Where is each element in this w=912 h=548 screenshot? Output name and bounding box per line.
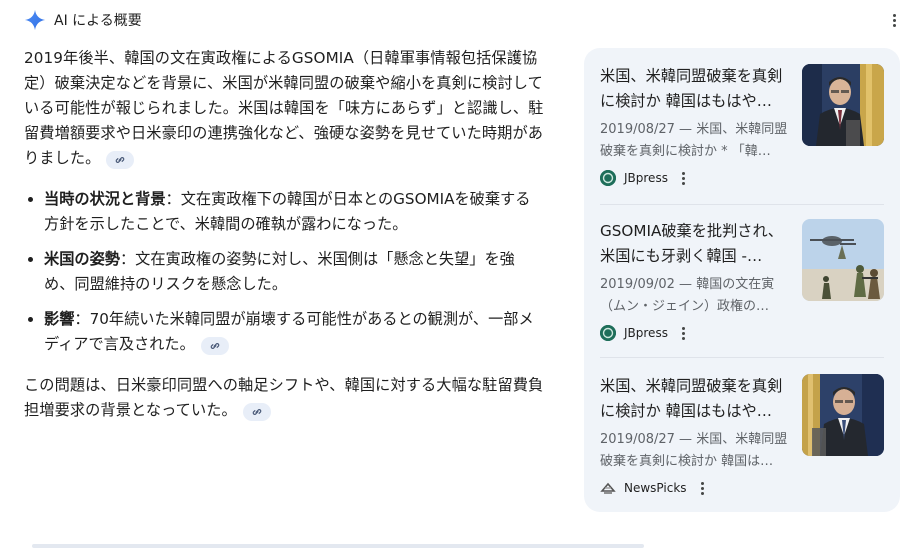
source-snippet: 2019/09/02 — 韓国の文在寅（ムン・ジェイン）政権の… [600,277,775,314]
source-attribution: NewsPicks [600,479,707,497]
source-title[interactable]: 米国、米韓同盟破棄を真剣に検討か 韓国はもはや… [600,64,792,114]
source-name: JBpress [624,171,668,185]
source-snippet: 2019/08/27 — 米国、米韓同盟破棄を真剣に検討か * 「韓… [600,122,788,159]
jbpress-favicon-icon [600,325,616,341]
source-attribution: JBpress [600,169,688,187]
link-icon[interactable] [242,403,271,421]
source-title[interactable]: GSOMIA破棄を批判され、米国にも牙剥く韓国 -… [600,219,792,269]
more-options-icon[interactable] [890,10,898,30]
source-more-icon[interactable] [680,325,688,341]
source-title[interactable]: 米国、米韓同盟破棄を真剣に検討か 韓国はもはや… [600,374,792,424]
overview-body: 2019年後半、韓国の文在寅政権によるGSOMIA（日韓軍事情報包括保護協定）破… [24,46,544,423]
bullet-label: 当時の状況と背景 [44,190,166,208]
ai-overview-header: AI による概要 [24,8,142,32]
bullet-label: 米国の姿勢 [44,250,120,268]
intro-text: 2019年後半、韓国の文在寅政権によるGSOMIA（日韓軍事情報包括保護協定）破… [24,49,544,167]
list-item: 当時の状況と背景：文在寅政権下の韓国が日本とのGSOMIAを破棄する方針を示した… [44,187,544,237]
source-more-icon[interactable] [699,480,707,496]
source-thumbnail[interactable] [802,64,884,146]
source-thumbnail[interactable] [802,219,884,301]
bullet-list: 当時の状況と背景：文在寅政権下の韓国が日本とのGSOMIAを破棄する方針を示した… [24,187,544,357]
list-item: 米国の姿勢：文在寅政権の姿勢に対し、米国側は「懸念と失望」を強め、同盟維持のリス… [44,247,544,297]
jbpress-favicon-icon [600,170,616,186]
source-card[interactable]: GSOMIA破棄を批判され、米国にも牙剥く韓国 -… 2019/09/02 — … [600,203,884,347]
sparkle-icon [24,9,46,31]
ai-overview-title: AI による概要 [54,13,142,29]
source-card[interactable]: 米国、米韓同盟破棄を真剣に検討か 韓国はもはや… 2019/08/27 — 米国… [600,48,884,192]
newspicks-favicon-icon [600,480,616,496]
source-snippet: 2019/08/27 — 米国、米韓同盟破棄を真剣に検討か 韓国は… [600,432,788,469]
closing-text: この問題は、日米豪印同盟への軸足シフトや、韓国に対する大幅な駐留費負担増要求の背… [24,376,544,419]
intro-paragraph: 2019年後半、韓国の文在寅政権によるGSOMIA（日韓軍事情報包括保護協定）破… [24,46,544,171]
source-name: NewsPicks [624,481,687,495]
link-icon[interactable] [200,337,229,355]
closing-paragraph: この問題は、日米豪印同盟への軸足シフトや、韓国に対する大幅な駐留費負担増要求の背… [24,373,544,423]
bottom-divider [32,544,644,548]
bullet-label: 影響 [44,310,75,328]
source-name: JBpress [624,326,668,340]
source-thumbnail[interactable] [802,374,884,456]
source-more-icon[interactable] [680,170,688,186]
source-attribution: JBpress [600,324,688,342]
bullet-text: ：70年続いた米韓同盟が崩壊する可能性があるとの観測が、一部メディアで言及された… [44,310,534,353]
list-item: 影響：70年続いた米韓同盟が崩壊する可能性があるとの観測が、一部メディアで言及さ… [44,307,544,357]
source-card[interactable]: 米国、米韓同盟破棄を真剣に検討か 韓国はもはや… 2019/08/27 — 米国… [600,358,884,502]
sources-panel: 米国、米韓同盟破棄を真剣に検討か 韓国はもはや… 2019/08/27 — 米国… [584,48,900,512]
link-icon[interactable] [106,151,135,169]
